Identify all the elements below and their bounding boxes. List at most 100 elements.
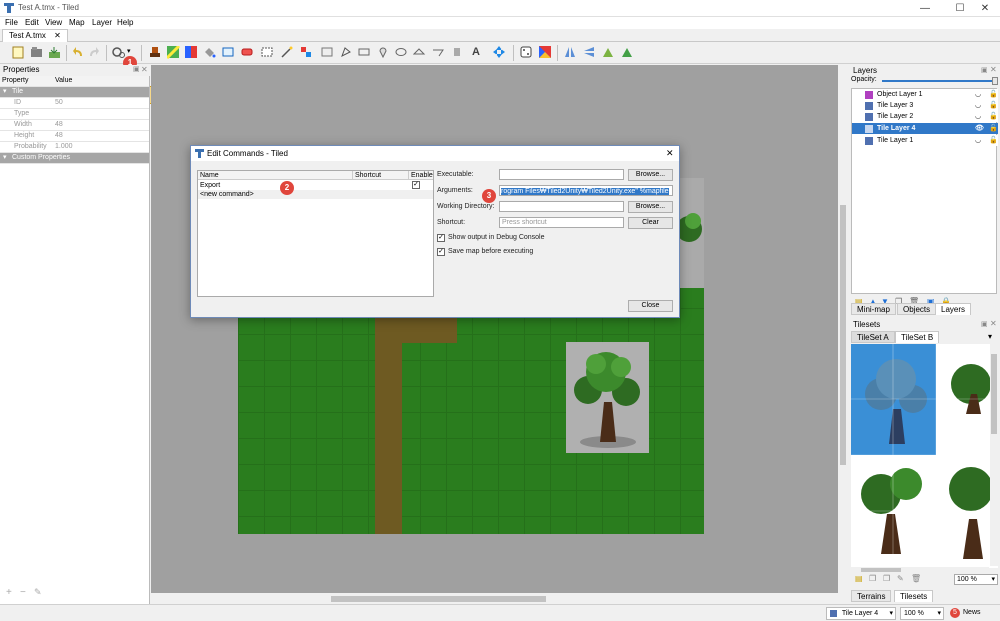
news-count-badge[interactable]: 5 [950, 608, 960, 618]
wang-brush-icon[interactable] [539, 46, 552, 59]
layer-row-selected[interactable]: Tile Layer 4 👁 🔓 [852, 123, 998, 134]
layer-row[interactable]: Tile Layer 2 ◡ 🔓 [852, 111, 998, 122]
table-row[interactable]: Export ✓ [198, 181, 433, 190]
eye-icon[interactable]: ◡ [975, 89, 981, 100]
arguments-field[interactable]: rogram Files₩Tiled2Unity₩Tiled2Unity.exe… [499, 185, 673, 196]
tab-layers[interactable]: Layers [935, 303, 972, 315]
remove-property-icon[interactable]: − [20, 587, 26, 598]
random-mode-icon[interactable] [185, 46, 198, 59]
save-map-checkbox[interactable]: ✓ [437, 248, 445, 256]
layer-row[interactable]: Object Layer 1 ◡ 🔓 [852, 89, 998, 100]
select-same-tile-icon[interactable] [300, 46, 313, 59]
commands-icon[interactable] [112, 46, 125, 59]
canvas-vertical-scrollbar[interactable] [838, 65, 848, 593]
property-row[interactable]: Height 48 [0, 131, 149, 142]
lock-icon[interactable]: 🔓 [989, 100, 998, 111]
tab-close-icon[interactable]: ✕ [54, 31, 61, 40]
group-custom-properties[interactable]: ▾ Custom Properties [0, 153, 149, 164]
flip-vertical-icon[interactable] [583, 46, 596, 59]
redo-icon[interactable] [88, 46, 101, 59]
enable-checkbox[interactable]: ✓ [412, 181, 420, 189]
tab-mini-map[interactable]: Mini-map [851, 303, 896, 315]
edit-polygons-icon[interactable] [340, 46, 353, 59]
insert-polygon-icon[interactable] [413, 46, 426, 59]
open-file-icon[interactable] [30, 46, 43, 59]
tileset-view[interactable] [851, 344, 998, 568]
import-tileset-icon[interactable]: ❐ [869, 574, 876, 583]
tileset-vertical-scrollbar[interactable] [990, 344, 998, 566]
canvas-horizontal-scrollbar[interactable] [151, 594, 848, 604]
group-tile[interactable]: ▾ Tile [0, 87, 149, 98]
opacity-slider-handle[interactable] [992, 77, 998, 85]
delete-tileset-icon[interactable]: 🗑 [911, 574, 921, 583]
tab-test-a[interactable]: Test A.tmx ✕ [2, 29, 68, 42]
chevron-down-icon[interactable]: ▾ [937, 608, 941, 619]
collapse-icon[interactable]: ▾ [3, 153, 7, 164]
tab-objects[interactable]: Objects [897, 303, 937, 315]
panel-close-icon[interactable]: ✕ [990, 319, 997, 328]
insert-text-icon[interactable]: A [472, 46, 485, 59]
col-shortcut[interactable]: Shortcut [353, 171, 409, 180]
property-row[interactable]: Type [0, 109, 149, 120]
chevron-down-icon[interactable]: ▾ [991, 575, 995, 584]
chevron-down-icon[interactable]: ▾ [127, 47, 131, 55]
collapse-icon[interactable]: ▾ [3, 87, 7, 98]
undock-icon[interactable]: ▣ [133, 65, 140, 73]
undo-icon[interactable] [72, 46, 85, 59]
property-row[interactable]: ID 50 [0, 98, 149, 109]
tree-tile[interactable] [566, 342, 649, 453]
shape-fill-icon[interactable] [222, 46, 235, 59]
table-row[interactable]: <new command> [198, 190, 433, 199]
commands-table[interactable]: Name Shortcut Enable Export ✓ <new comma… [197, 170, 434, 297]
insert-tile-icon[interactable] [451, 46, 464, 59]
lock-icon[interactable]: 🔓 [989, 135, 998, 146]
layer-row[interactable]: Tile Layer 1 ◡ 🔓 [852, 135, 998, 146]
menu-layer[interactable]: Layer [92, 18, 112, 27]
dialog-close-icon[interactable]: ✕ [666, 148, 674, 159]
show-output-checkbox[interactable]: ✓ [437, 234, 445, 242]
browse-working-directory-button[interactable]: Browse... [628, 201, 673, 213]
tileset-zoom-combo[interactable]: 100 % ▾ [954, 574, 998, 585]
lock-icon[interactable]: 🔓 [989, 89, 998, 100]
random-dice-icon[interactable] [520, 46, 533, 59]
export-tileset-icon[interactable]: ❐ [883, 574, 890, 583]
panel-close-icon[interactable]: ✕ [141, 65, 148, 74]
chevron-down-icon[interactable]: ▾ [889, 608, 893, 619]
tab-tileset-b[interactable]: TileSet B [895, 331, 940, 343]
working-directory-field[interactable] [499, 201, 624, 212]
tab-tilesets[interactable]: Tilesets [894, 590, 934, 602]
col-name[interactable]: Name [198, 171, 353, 180]
undock-icon[interactable]: ▣ [981, 66, 988, 74]
browse-executable-button[interactable]: Browse... [628, 169, 673, 181]
undock-icon[interactable]: ▣ [981, 320, 988, 328]
insert-ellipse-icon[interactable] [395, 46, 408, 59]
menu-file[interactable]: File [5, 18, 18, 27]
magic-wand-icon[interactable] [281, 46, 294, 59]
executable-field[interactable] [499, 169, 624, 180]
window-close-button[interactable]: ✕ [970, 0, 1000, 17]
edit-tileset-icon[interactable]: ✎ [897, 574, 904, 583]
menu-view[interactable]: View [45, 18, 62, 27]
edit-property-icon[interactable]: ✎ [34, 587, 42, 598]
current-layer-combo[interactable]: Tile Layer 4 ▾ [826, 607, 896, 620]
eye-icon[interactable]: 👁 [975, 123, 984, 134]
insert-polyline-icon[interactable] [432, 46, 445, 59]
zoom-combo[interactable]: 100 % ▾ [900, 607, 944, 620]
property-row[interactable]: Width 48 [0, 120, 149, 131]
col-enable[interactable]: Enable [409, 171, 433, 180]
menu-edit[interactable]: Edit [25, 18, 39, 27]
opacity-slider[interactable] [882, 80, 995, 82]
menu-map[interactable]: Map [69, 18, 85, 27]
rect-select-icon[interactable] [261, 46, 274, 59]
lock-icon[interactable]: 🔓 [989, 111, 998, 122]
shortcut-field[interactable]: Press shortcut [499, 217, 624, 228]
eye-icon[interactable]: ◡ [975, 100, 981, 111]
chevron-down-icon[interactable]: ▾ [988, 332, 992, 341]
rotate-left-icon[interactable] [602, 46, 615, 59]
menu-help[interactable]: Help [117, 18, 133, 27]
minimize-button[interactable]: — [910, 0, 940, 17]
news-link[interactable]: News [963, 609, 981, 616]
move-icon[interactable] [493, 46, 506, 59]
stamp-brush-icon[interactable] [149, 46, 162, 59]
layer-row[interactable]: Tile Layer 3 ◡ 🔓 [852, 100, 998, 111]
